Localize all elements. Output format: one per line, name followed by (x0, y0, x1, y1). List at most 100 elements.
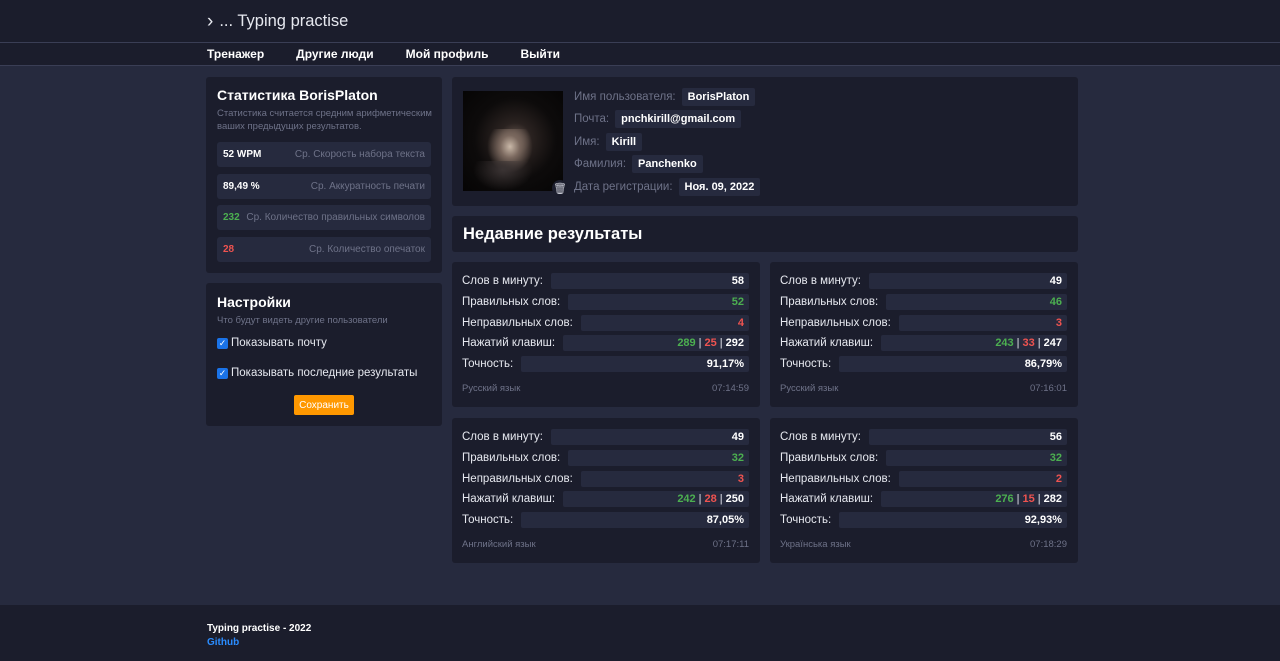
separator: | (1016, 337, 1020, 349)
result-card: Слов в минуту: 49 Правильных слов: 32 Непр… (452, 418, 760, 563)
show-email-option[interactable]: ✓ Показывать почту (217, 337, 327, 349)
separator: | (698, 493, 702, 505)
correct-words-label: Правильных слов: (780, 452, 879, 464)
field-value: Ноя. 09, 2022 (678, 178, 761, 196)
recent-results-header: Недавние результаты (452, 216, 1078, 252)
correct-words-value: 32 (568, 450, 749, 466)
github-link[interactable]: Github (207, 637, 239, 648)
accuracy-value: 86,79% (839, 356, 1067, 372)
stat-label: Ср. Аккуратность печати (310, 181, 425, 192)
separator: | (719, 337, 723, 349)
field-label: Фамилия: (574, 158, 627, 170)
chevron-right-icon: › (207, 10, 214, 32)
stat-row-correct-chars: 232 Ср. Количество правильных символов (217, 205, 431, 230)
keystrokes-value: 242 | 28 | 250 (563, 491, 749, 507)
stat-label: Ср. Количество опечаток (309, 244, 425, 255)
wpm-value: 56 (868, 429, 1067, 445)
show-email-label: Показывать почту (231, 337, 327, 349)
result-language: Русский язык (780, 383, 839, 394)
keys-total: 250 (725, 493, 744, 505)
accuracy-label: Точность: (780, 514, 832, 526)
separator: | (1037, 493, 1041, 505)
keystrokes-label: Нажатий клавиш: (462, 493, 556, 505)
field-value: BorisPlaton (681, 88, 756, 106)
accuracy-label: Точность: (780, 358, 832, 370)
settings-title: Настройки (217, 294, 291, 310)
separator: | (698, 337, 702, 349)
wpm-value: 49 (550, 429, 749, 445)
settings-card: Настройки Что будут видеть другие пользо… (206, 283, 442, 426)
nav-item-trainer[interactable]: Тренажер (207, 47, 264, 61)
profile-field-last-name: Фамилия: Panchenko (574, 155, 703, 173)
wpm-label: Слов в минуту: (780, 275, 861, 287)
show-results-option[interactable]: ✓ Показывать последние результаты (217, 367, 417, 379)
wrong-words-value: 4 (580, 315, 749, 331)
keys-total: 282 (1043, 493, 1062, 505)
accuracy-label: Точность: (462, 358, 514, 370)
recent-results-title: Недавние результаты (463, 225, 643, 243)
separator: | (719, 493, 723, 505)
keys-wrong: 33 (1022, 337, 1035, 349)
wrong-words-label: Неправильных слов: (780, 473, 891, 485)
keys-correct: 243 (995, 337, 1014, 349)
stat-row-accuracy: 89,49 % Ср. Аккуратность печати (217, 174, 431, 199)
keystrokes-label: Нажатий клавиш: (780, 493, 874, 505)
stats-subtitle: Статистика считается средним арифметичес… (217, 108, 432, 132)
settings-subtitle: Что будут видеть другие пользователи (217, 315, 388, 326)
save-button[interactable]: Сохранить (294, 395, 354, 415)
keys-wrong: 15 (1022, 493, 1035, 505)
stat-value: 89,49 % (223, 181, 260, 192)
correct-words-label: Правильных слов: (462, 296, 561, 308)
nav-item-my-profile[interactable]: Мой профиль (406, 47, 489, 61)
field-value: Panchenko (632, 155, 703, 173)
result-language: Английский язык (462, 539, 536, 550)
show-email-checkbox[interactable]: ✓ (217, 337, 228, 349)
result-language: Русский язык (462, 383, 521, 394)
keystrokes-value: 243 | 33 | 247 (881, 335, 1067, 351)
field-label: Имя: (574, 136, 600, 148)
profile-field-email: Почта: pnchkirill@gmail.com (574, 110, 742, 128)
keystrokes-value: 289 | 25 | 292 (563, 335, 749, 351)
profile-field-registration-date: Дата регистрации: Ноя. 09, 2022 (574, 178, 761, 196)
separator: | (1016, 493, 1020, 505)
accuracy-label: Точность: (462, 514, 514, 526)
correct-words-label: Правильных слов: (780, 296, 879, 308)
keys-total: 247 (1043, 337, 1062, 349)
wrong-words-value: 2 (898, 471, 1067, 487)
correct-words-value: 52 (568, 294, 749, 310)
avatar (463, 91, 563, 191)
show-results-checkbox[interactable]: ✓ (217, 367, 228, 379)
separator: | (1037, 337, 1041, 349)
keystrokes-value: 276 | 15 | 282 (881, 491, 1067, 507)
profile-field-first-name: Имя: Kirill (574, 133, 643, 151)
show-results-label: Показывать последние результаты (231, 367, 418, 379)
stat-row-typos: 28 Ср. Количество опечаток (217, 237, 431, 262)
stats-title: Статистика BorisPlaton (217, 87, 378, 103)
nav-item-logout[interactable]: Выйти (520, 47, 560, 61)
wrong-words-label: Неправильных слов: (780, 317, 891, 329)
result-language: Українська язык (780, 539, 851, 550)
stat-label: Ср. Количество правильных символов (246, 212, 425, 223)
result-card: Слов в минуту: 58 Правильных слов: 52 Непр… (452, 262, 760, 407)
keystrokes-label: Нажатий клавиш: (462, 337, 556, 349)
keystrokes-label: Нажатий клавиш: (780, 337, 874, 349)
result-time: 07:14:59 (712, 383, 749, 394)
trash-icon[interactable]: 🗑 (552, 180, 568, 196)
result-time: 07:17:11 (712, 539, 749, 550)
brand-title: ... Typing practise (219, 11, 349, 30)
keys-correct: 289 (677, 337, 696, 349)
keys-wrong: 28 (704, 493, 717, 505)
profile-card: 🗑 Имя пользователя: BorisPlaton Почта: p… (452, 77, 1078, 206)
correct-words-label: Правильных слов: (462, 452, 561, 464)
wpm-value: 58 (550, 273, 749, 289)
nav-item-other-people[interactable]: Другие люди (296, 47, 373, 61)
keys-correct: 276 (995, 493, 1014, 505)
footer: Typing practise - 2022 Github (0, 605, 1280, 661)
stat-value: 28 (223, 244, 235, 255)
brand-logo[interactable]: › ... Typing practise (207, 10, 348, 32)
stats-card: Статистика BorisPlaton Статистика считае… (206, 77, 442, 273)
wpm-label: Слов в минуту: (780, 431, 861, 443)
result-time: 07:16:01 (1030, 383, 1067, 394)
top-bar (0, 0, 1280, 43)
accuracy-value: 91,17% (521, 356, 749, 372)
